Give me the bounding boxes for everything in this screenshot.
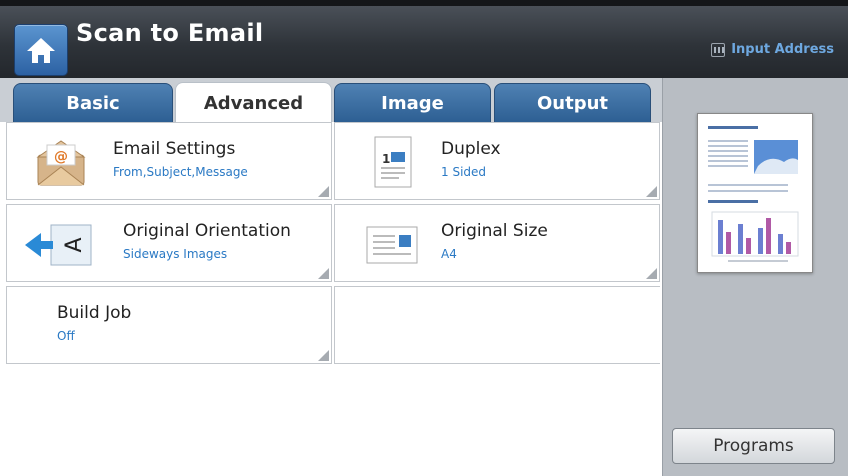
duplex-page-icon: 1 bbox=[374, 136, 412, 188]
original-size-label: Original Size bbox=[441, 221, 548, 241]
empty-cell bbox=[334, 286, 660, 364]
original-orientation-cell[interactable]: A Original Orientation Sideways Images bbox=[6, 204, 332, 282]
email-settings-label: Email Settings bbox=[113, 139, 236, 159]
original-orientation-value: Sideways Images bbox=[123, 247, 228, 261]
orientation-icon: A bbox=[25, 224, 92, 266]
home-icon bbox=[27, 38, 55, 63]
keyboard-icon bbox=[711, 42, 726, 57]
duplex-cell[interactable]: 1 Duplex 1 Sided bbox=[334, 122, 660, 200]
corner-indicator bbox=[646, 268, 657, 279]
home-button[interactable] bbox=[14, 24, 68, 76]
tab-image[interactable]: Image bbox=[334, 83, 491, 123]
corner-indicator bbox=[646, 186, 657, 197]
original-size-value: A4 bbox=[441, 247, 457, 261]
input-address-button[interactable]: Input Address bbox=[711, 42, 834, 57]
email-settings-value: From,Subject,Message bbox=[113, 165, 248, 179]
tab-output[interactable]: Output bbox=[494, 83, 651, 123]
settings-grid: @ Email Settings From,Subject,Message 1 … bbox=[0, 122, 662, 476]
document-preview[interactable] bbox=[697, 113, 813, 273]
build-job-value: Off bbox=[57, 329, 75, 343]
svg-text:A: A bbox=[62, 237, 87, 252]
corner-indicator bbox=[318, 350, 329, 361]
duplex-value: 1 Sided bbox=[441, 165, 487, 179]
document-thumbnail-icon bbox=[708, 126, 799, 262]
tab-advanced[interactable]: Advanced bbox=[175, 82, 332, 124]
original-size-icon bbox=[366, 226, 418, 264]
original-orientation-label: Original Orientation bbox=[123, 221, 291, 241]
email-settings-cell[interactable]: @ Email Settings From,Subject,Message bbox=[6, 122, 332, 200]
input-address-label: Input Address bbox=[731, 42, 834, 57]
programs-button[interactable]: Programs bbox=[672, 428, 835, 464]
build-job-cell[interactable]: Build Job Off bbox=[6, 286, 332, 364]
corner-indicator bbox=[318, 268, 329, 279]
original-size-cell[interactable]: Original Size A4 bbox=[334, 204, 660, 282]
tab-basic[interactable]: Basic bbox=[13, 83, 173, 123]
build-job-label: Build Job bbox=[57, 303, 132, 323]
duplex-label: Duplex bbox=[441, 139, 501, 159]
corner-indicator bbox=[318, 186, 329, 197]
svg-text:@: @ bbox=[54, 149, 68, 165]
email-envelope-icon: @ bbox=[36, 140, 86, 186]
svg-text:1: 1 bbox=[382, 152, 390, 166]
app-header: Scan to Email Input Address bbox=[0, 0, 848, 78]
page-title: Scan to Email bbox=[76, 19, 264, 47]
